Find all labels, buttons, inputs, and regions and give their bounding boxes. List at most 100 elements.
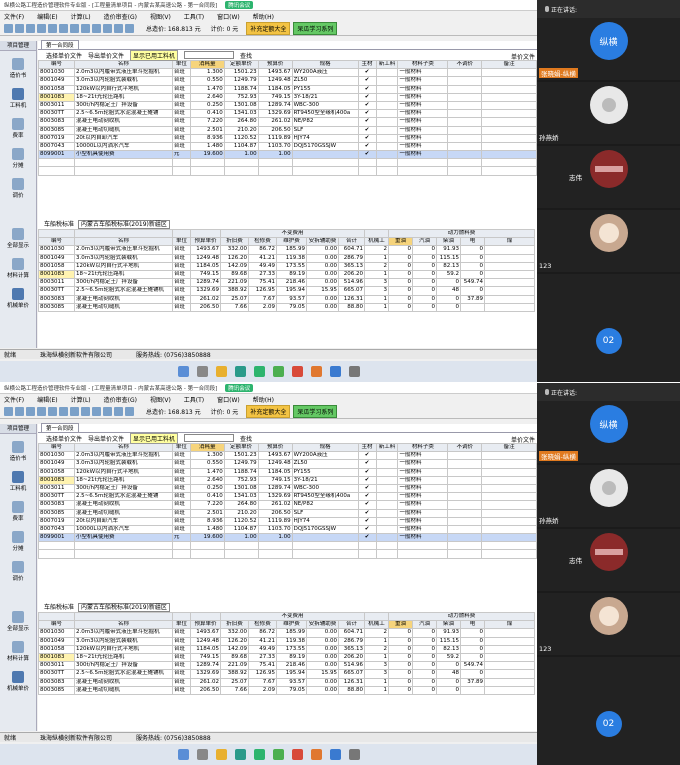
table-cell[interactable]: 1.300 <box>189 451 225 461</box>
participant-tile[interactable]: 02 <box>537 274 680 382</box>
participant-tile[interactable]: 孙燕娇 <box>537 465 680 527</box>
table-cell[interactable]: 7.220 <box>189 500 225 510</box>
table-cell[interactable]: 2.640 <box>189 92 225 102</box>
table-row[interactable]: 8099001 小型机具使用费元 19.600 1.00 1.00 ✔ 一般材料 <box>38 533 537 543</box>
menu-tools[interactable]: 工具(T) <box>184 395 204 404</box>
menu-review[interactable]: 造价审查(G) <box>104 395 137 404</box>
explorer-icon[interactable] <box>215 366 227 377</box>
tax-select[interactable]: 内蒙古车船税标准(2019)新疆区 <box>77 603 170 612</box>
menu-help[interactable]: 帮助(H) <box>253 395 274 404</box>
menu-tools[interactable]: 工具(T) <box>184 12 204 21</box>
participant-tile[interactable]: 02 <box>537 657 680 765</box>
col-header[interactable]: 维护费 <box>276 620 307 630</box>
col-header[interactable]: 单位 <box>171 59 191 70</box>
table-cell[interactable]: 0.410 <box>189 492 225 502</box>
table-cell[interactable]: 1.470 <box>189 84 225 94</box>
redo-icon[interactable] <box>92 407 101 416</box>
print-icon[interactable] <box>37 24 46 33</box>
table-cell[interactable]: 2.501 <box>189 508 225 518</box>
participant-tile[interactable]: 123 <box>537 210 680 272</box>
table-row[interactable]: 8003085 混凝土电动切缝机 台班 2.501 210.20 206.50 SLF ✔ 一般… <box>38 125 537 135</box>
table-row[interactable]: 8003011 300t/h内稳定土厂拌设备 台班 0.250 1301.08 1289.… <box>38 483 537 494</box>
col-header[interactable]: 检修费 <box>248 237 277 247</box>
search-button[interactable]: 查找 <box>240 434 252 443</box>
select-price-file-button[interactable]: 选择单价文件 <box>46 51 82 60</box>
col-header[interactable]: 材料子类 <box>397 59 449 70</box>
menu-calc[interactable]: 计算(L) <box>71 395 91 404</box>
table-cell[interactable]: 2.501 <box>189 125 225 135</box>
col-header[interactable]: 备注 <box>481 442 537 453</box>
nav-material-calc[interactable]: 材料计算 <box>0 634 36 664</box>
calc-icon[interactable] <box>103 24 112 33</box>
cut-icon[interactable] <box>48 24 57 33</box>
col-header[interactable]: 机械工 <box>364 237 389 247</box>
nav-rates[interactable]: 费率 <box>0 111 36 141</box>
table-row[interactable]: 8007019 20t以内自卸汽车 台班 8.936 1120.52 1119.89 HJY… <box>38 133 537 143</box>
nav-adjust[interactable]: 调价 <box>0 171 36 201</box>
table-row[interactable]: 8001058 120kW以内自行式平地机 台班 1184.05 142.09 49.49… <box>38 644 535 654</box>
open-icon[interactable] <box>15 24 24 33</box>
table-cell[interactable]: 0.550 <box>189 459 225 469</box>
print-icon[interactable] <box>37 407 46 416</box>
new-icon[interactable] <box>4 24 13 33</box>
nav-cost-book[interactable]: 造价书 <box>0 434 36 464</box>
table-row[interactable]: 8003085 混凝土电动切缝机 台班 206.50 7.66 2.09 79.05 0.00… <box>38 302 535 312</box>
copy-icon[interactable] <box>59 24 68 33</box>
report-icon[interactable] <box>114 24 123 33</box>
col-header[interactable]: 名称 <box>73 59 173 70</box>
table-row[interactable]: 8001083 18~21t光轮压路机 台班 2.640 752.93 749.15 3Y-… <box>38 475 537 485</box>
calc-icon[interactable] <box>103 407 112 416</box>
table-cell[interactable]: 1.480 <box>189 141 225 152</box>
table-row[interactable]: 8001049 3.0m3以内轮胎式装载机 台班 1249.48 126.20 41.21… <box>38 636 535 646</box>
table-cell[interactable]: 0.250 <box>189 483 225 494</box>
table-row[interactable]: 8007043 10000L以内洒水汽车 台班 1.480 1104.87 1103.70… <box>38 524 537 535</box>
col-header[interactable]: 检修费 <box>248 620 277 630</box>
menu-view[interactable]: 视图(V) <box>150 12 171 21</box>
col-header[interactable]: 电 <box>460 237 485 247</box>
col-header[interactable]: 规格 <box>291 59 359 70</box>
table-cell[interactable]: 19.600 <box>189 150 225 160</box>
col-header[interactable]: 预算价 <box>257 59 293 70</box>
col-header[interactable]: 汽油 <box>412 620 437 630</box>
col-header[interactable]: 定额单价 <box>223 59 259 70</box>
col-header[interactable]: 合计 <box>338 620 365 630</box>
nav-show-all[interactable]: 全部显示 <box>0 221 36 251</box>
col-header[interactable]: 不调价 <box>447 442 483 453</box>
table-row[interactable]: 8001049 3.0m3以内轮胎式装载机 台班 0.550 1249.79 1249.4… <box>38 459 537 469</box>
meeting-icon[interactable] <box>253 749 265 760</box>
participant-tile[interactable]: 纵横 张晓娟-纵横 <box>537 401 680 463</box>
table-row[interactable]: 8007019 20t以内自卸汽车 台班 8.936 1120.52 1119.89 HJY… <box>38 516 537 526</box>
table-cell[interactable]: 7.220 <box>189 117 225 127</box>
table-row[interactable]: 80030TT 2.5~6.5m轮胎式水泥混凝土摊铺 台班 0.410 1341.03 1… <box>38 109 537 119</box>
app-icon[interactable] <box>310 749 322 760</box>
nav-materials[interactable]: 工料机 <box>0 81 36 111</box>
table-row[interactable]: 8099001 小型机具使用费元 19.600 1.00 1.00 ✔ 一般材料 <box>38 150 537 160</box>
paste-icon[interactable] <box>70 407 79 416</box>
col-header[interactable]: 编号 <box>38 620 75 630</box>
col-header[interactable]: 新工料 <box>375 442 399 453</box>
table-row[interactable]: 8003011 300t/h内稳定土厂拌设备 台班 1289.74 221.09 75.4… <box>38 661 535 671</box>
table-cell[interactable]: 0.410 <box>189 109 225 119</box>
col-header[interactable]: 名称 <box>74 237 173 247</box>
nav-material-calc[interactable]: 材料计算 <box>0 251 36 281</box>
table-cell[interactable]: 19.600 <box>189 533 225 543</box>
col-header[interactable]: 消耗量 <box>189 59 225 70</box>
cut-icon[interactable] <box>48 407 57 416</box>
browser-icon[interactable] <box>329 366 341 377</box>
table-row[interactable]: 8001030 2.0m3以内履带式液压单斗挖掘机 台班 1.300 1501.23 14… <box>38 451 537 461</box>
export-price-file-button[interactable]: 导出单价文件 <box>88 51 124 60</box>
nav-machine-price[interactable]: 机械单价 <box>0 664 36 694</box>
col-header[interactable]: 折旧费 <box>220 237 249 247</box>
meeting-icon[interactable] <box>253 366 265 377</box>
col-header[interactable]: 合计 <box>338 237 365 247</box>
table-cell[interactable]: 1.480 <box>189 524 225 535</box>
redo-icon[interactable] <box>92 24 101 33</box>
quota-button[interactable]: 补充定额大全 <box>246 405 291 418</box>
col-header[interactable]: 重油 <box>388 237 413 247</box>
meeting-badge[interactable]: 腾讯会议 <box>225 384 254 392</box>
col-header[interactable]: 重油 <box>388 620 413 630</box>
explorer-icon[interactable] <box>215 749 227 760</box>
table-cell[interactable]: 0.550 <box>189 76 225 86</box>
edge-icon[interactable] <box>234 366 246 377</box>
col-header[interactable]: 名称 <box>73 442 173 453</box>
